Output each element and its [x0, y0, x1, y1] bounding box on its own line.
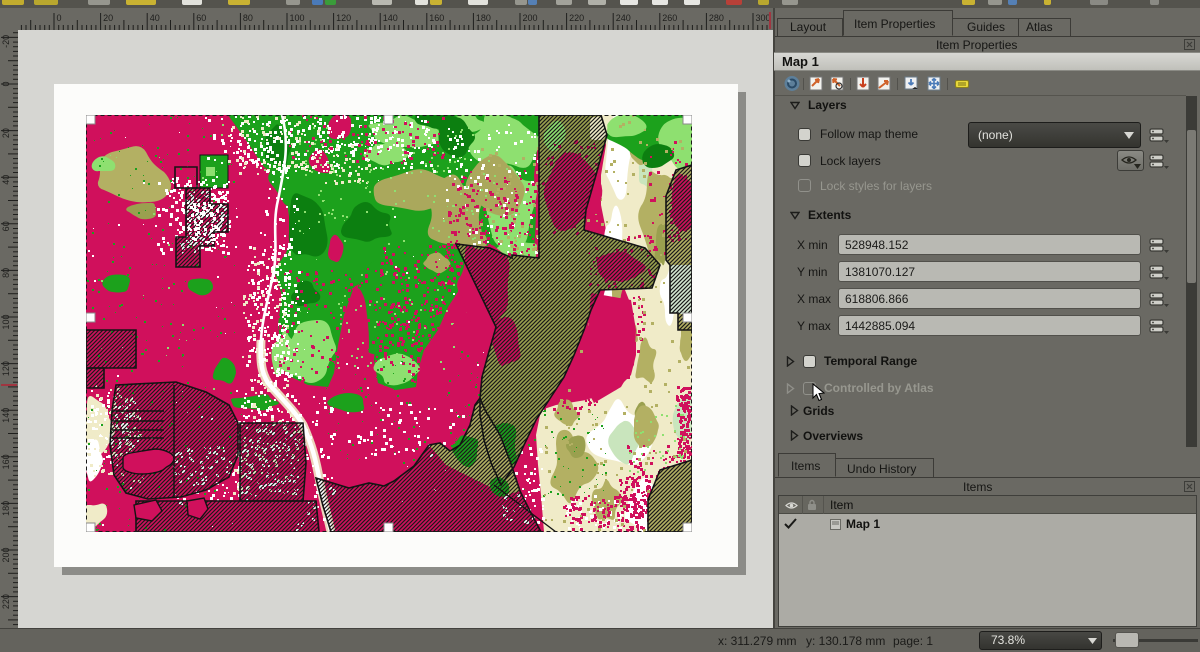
svg-text:40: 40 — [1, 175, 11, 185]
svg-text:220: 220 — [569, 13, 584, 23]
svg-text:160: 160 — [1, 454, 11, 469]
svg-text:120: 120 — [336, 13, 351, 23]
svg-text:260: 260 — [662, 13, 677, 23]
svg-text:140: 140 — [383, 13, 398, 23]
svg-text:200: 200 — [523, 13, 538, 23]
svg-text:0: 0 — [1, 82, 11, 87]
svg-text:20: 20 — [1, 128, 11, 138]
svg-text:160: 160 — [429, 13, 444, 23]
svg-text:80: 80 — [243, 13, 253, 23]
svg-text:20: 20 — [103, 13, 113, 23]
svg-text:100: 100 — [1, 315, 11, 330]
svg-text:-20: -20 — [1, 35, 11, 48]
svg-text:240: 240 — [616, 13, 631, 23]
svg-text:180: 180 — [476, 13, 491, 23]
svg-text:80: 80 — [1, 268, 11, 278]
svg-text:200: 200 — [1, 548, 11, 563]
svg-text:280: 280 — [709, 13, 724, 23]
svg-text:180: 180 — [1, 501, 11, 516]
svg-text:100: 100 — [290, 13, 305, 23]
svg-text:300: 300 — [756, 13, 771, 23]
svg-text:140: 140 — [1, 408, 11, 423]
svg-text:0: 0 — [57, 13, 62, 23]
svg-text:60: 60 — [196, 13, 206, 23]
svg-text:220: 220 — [1, 594, 11, 609]
svg-text:120: 120 — [1, 361, 11, 376]
svg-text:40: 40 — [150, 13, 160, 23]
svg-text:60: 60 — [1, 221, 11, 231]
